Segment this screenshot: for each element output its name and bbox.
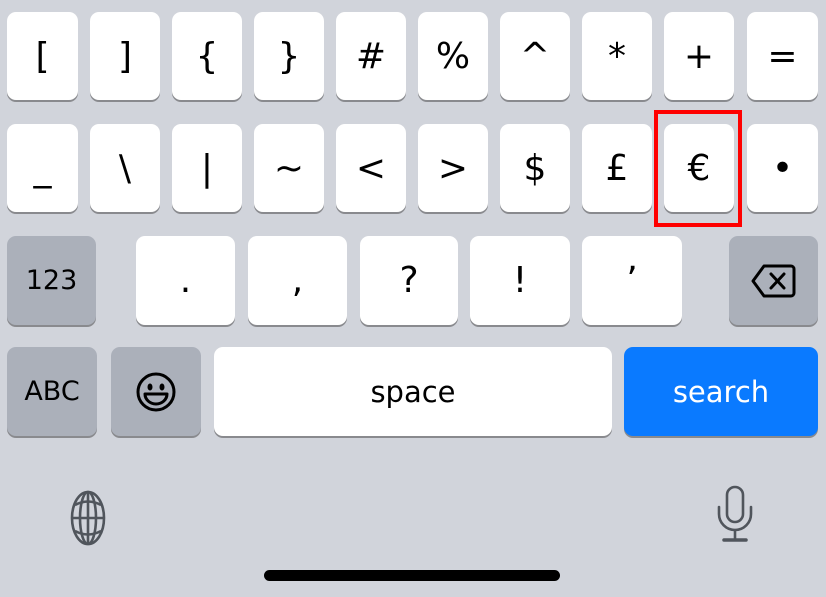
space-key[interactable]: space [214,347,612,436]
key-label: < [355,147,387,189]
key-label: ] [117,35,133,77]
key-tilde[interactable]: ~ [254,124,324,212]
key-label: ~ [273,147,305,189]
key-label: ? [399,260,419,301]
globe-icon[interactable] [60,490,116,546]
key-label: ABC [24,376,80,407]
emoji-key[interactable] [111,347,201,436]
key-label: \ [118,147,132,189]
key-label: € [687,147,711,189]
numbers-mode-key[interactable]: 123 [7,236,96,325]
key-question[interactable]: ? [360,236,458,325]
abc-mode-key[interactable]: ABC [7,347,97,436]
key-comma[interactable]: , [248,236,347,325]
key-less-than[interactable]: < [336,124,406,212]
delete-backspace-icon [751,264,795,297]
key-euro[interactable]: € [664,124,734,212]
key-left-brace[interactable]: { [172,12,242,100]
key-exclamation[interactable]: ! [470,236,570,325]
key-label: , [291,260,304,301]
key-hash[interactable]: # [336,12,406,100]
key-asterisk[interactable]: * [582,12,652,100]
key-label: { [195,35,219,77]
key-label: * [608,35,626,77]
key-apostrophe[interactable]: ’ [582,236,682,325]
key-period[interactable]: . [136,236,235,325]
key-underscore[interactable]: _ [7,124,78,212]
key-label: $ [523,147,547,189]
key-dollar[interactable]: $ [500,124,570,212]
microphone-icon[interactable] [710,484,760,546]
key-label: > [437,147,469,189]
key-greater-than[interactable]: > [418,124,488,212]
key-label: | [200,147,214,189]
key-label: search [672,374,770,409]
key-label: . [179,260,192,301]
key-backslash[interactable]: \ [90,124,160,212]
key-label: # [355,35,387,77]
key-label: £ [605,147,629,189]
key-caret[interactable]: ^ [500,12,570,100]
key-label: ’ [626,260,638,301]
key-plus[interactable]: + [664,12,734,100]
key-label: _ [33,147,52,189]
home-indicator[interactable] [264,570,560,581]
key-percent[interactable]: % [418,12,488,100]
key-label: 123 [25,265,78,296]
key-equals[interactable]: = [747,12,818,100]
key-left-bracket[interactable]: [ [7,12,78,100]
key-right-bracket[interactable]: ] [90,12,160,100]
key-label: = [767,35,798,77]
delete-key[interactable] [729,236,818,325]
key-label: + [683,35,715,77]
emoji-smiley-icon [136,372,176,411]
search-key[interactable]: search [624,347,818,436]
key-right-brace[interactable]: } [254,12,324,100]
key-label: [ [35,35,50,77]
key-label: space [370,374,456,409]
key-label: • [771,147,794,189]
key-label: ! [512,260,528,301]
key-pound[interactable]: £ [582,124,652,212]
key-label: } [277,35,301,77]
key-pipe[interactable]: | [172,124,242,212]
key-label: ^ [519,35,551,77]
key-label: % [435,35,471,77]
key-bullet[interactable]: • [747,124,818,212]
